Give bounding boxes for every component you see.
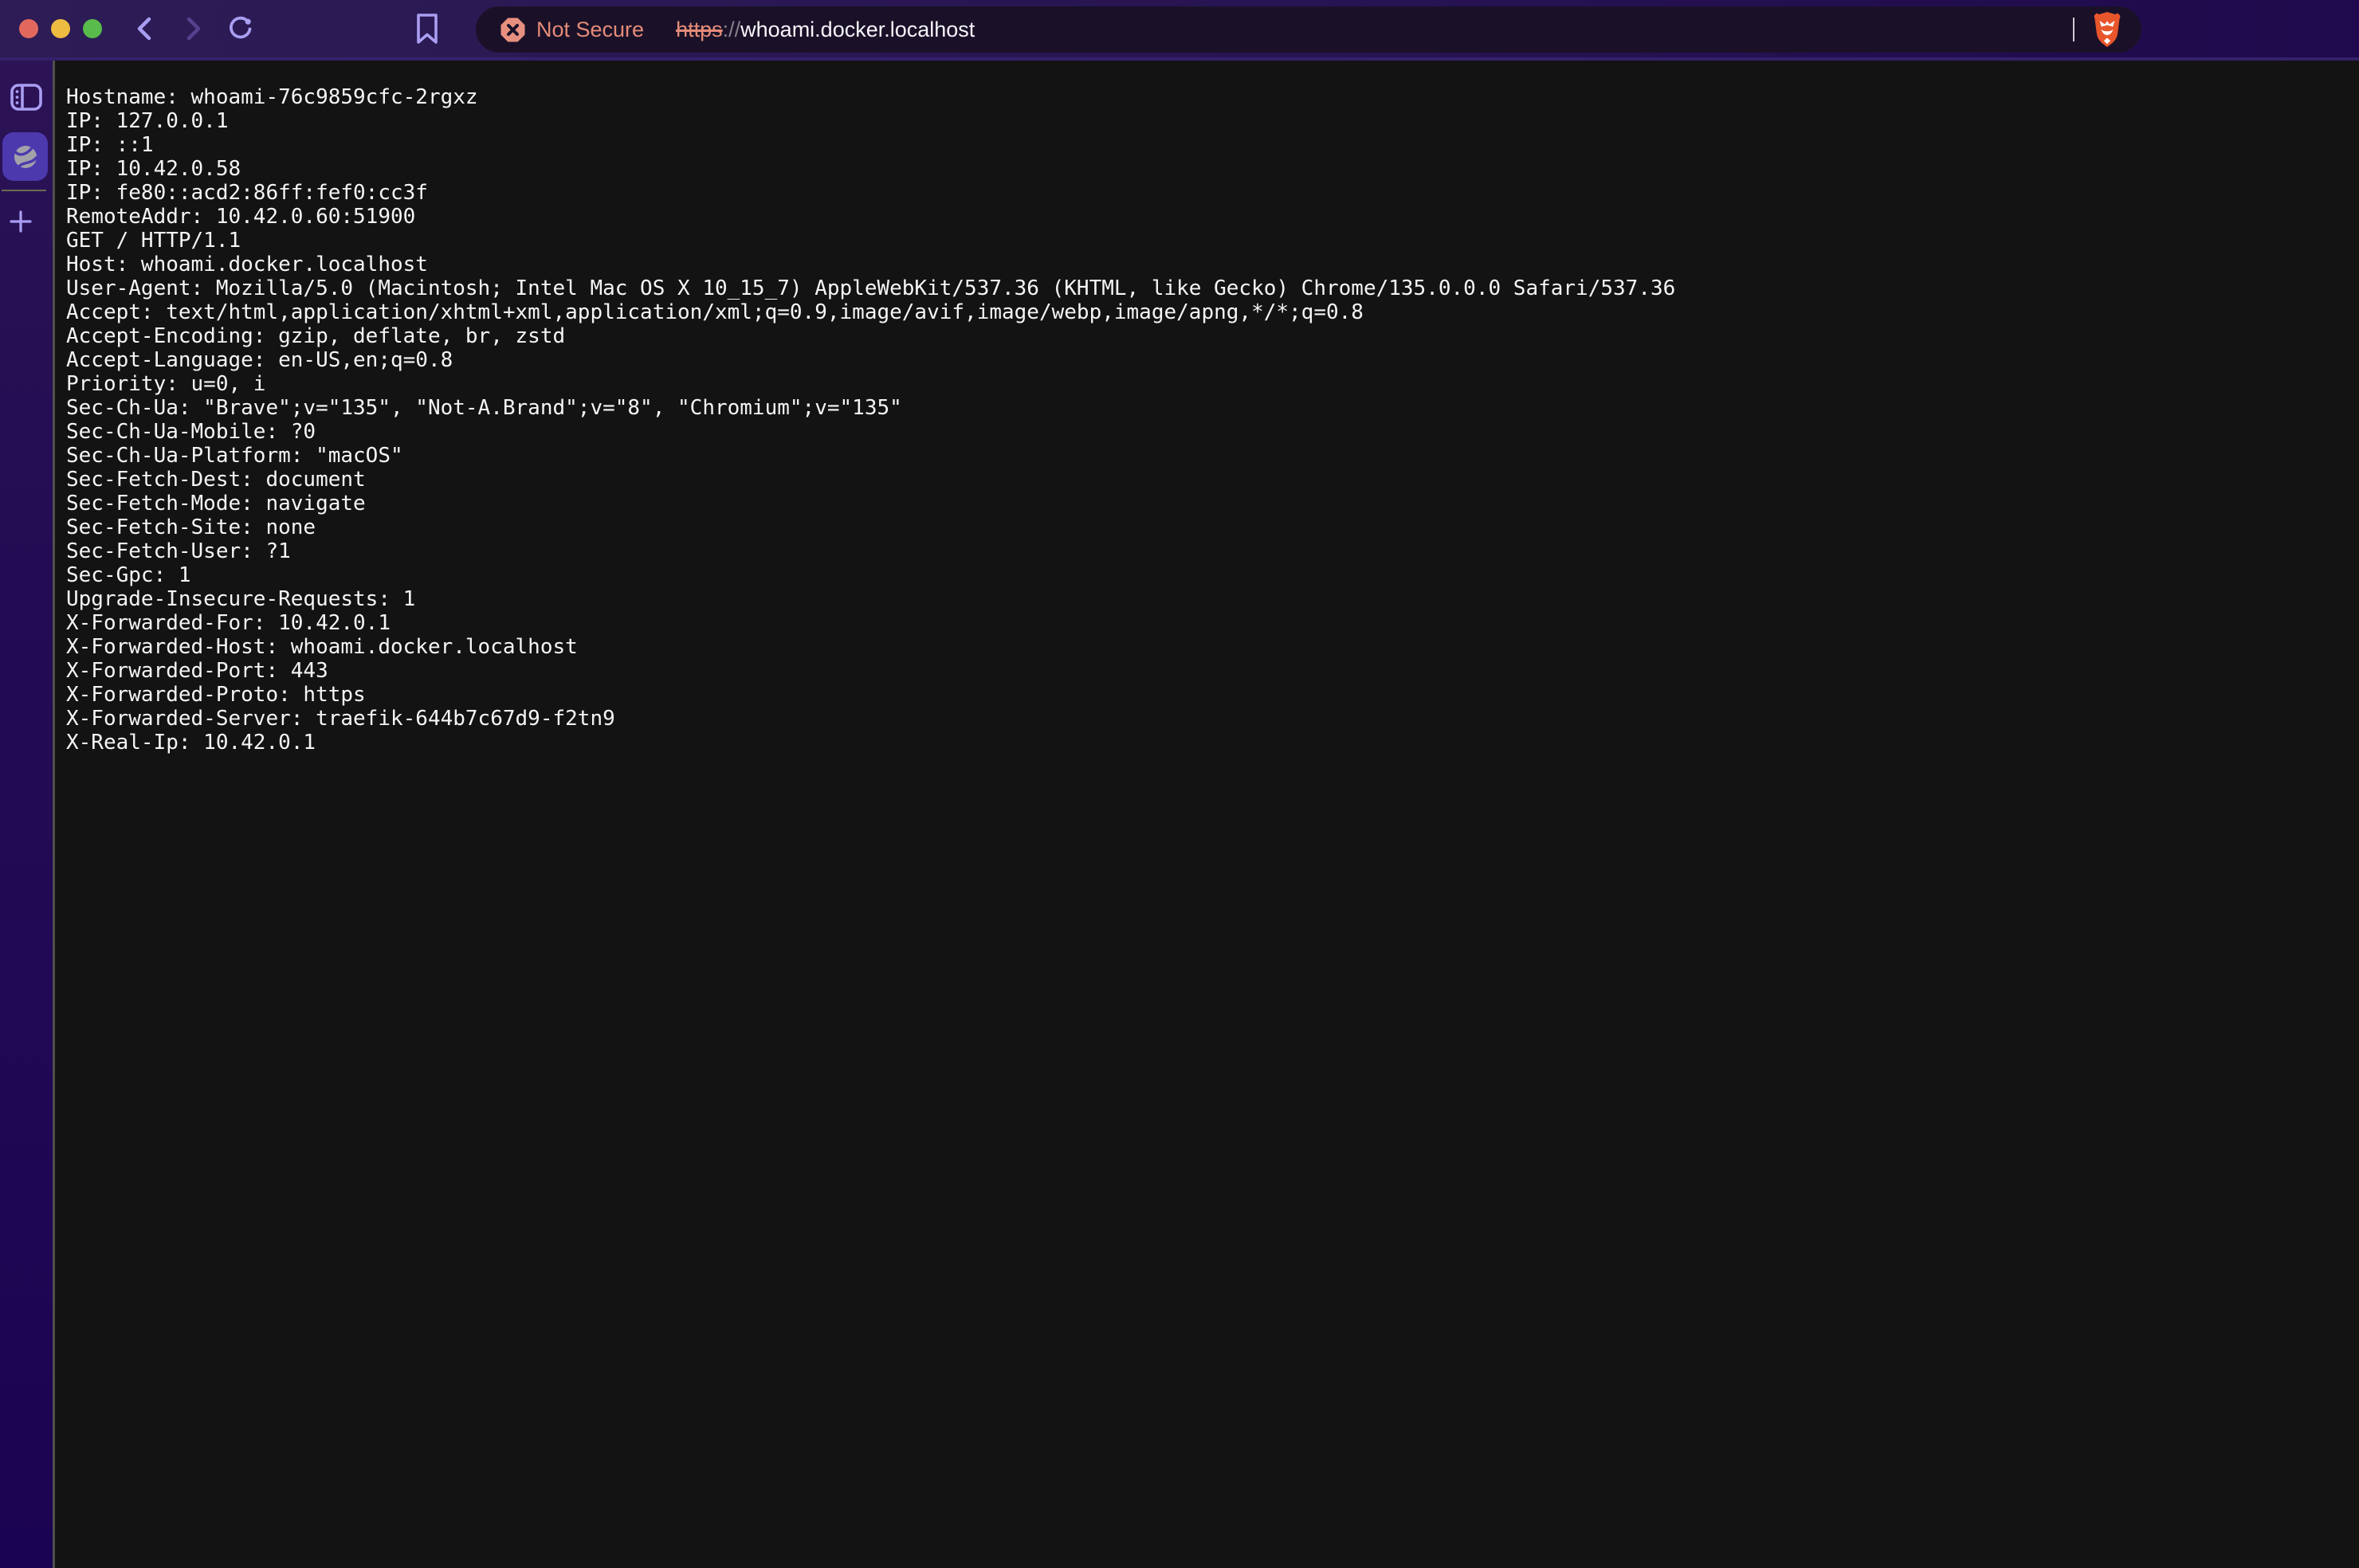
minimize-window-button[interactable] (51, 19, 70, 38)
bookmark-icon (414, 11, 440, 46)
address-bar[interactable]: Not Secure https://whoami.docker.localho… (476, 6, 2141, 53)
url-text[interactable]: https://whoami.docker.localhost (676, 18, 975, 42)
security-badge[interactable]: Not Secure (500, 17, 644, 43)
urlbar-divider (2073, 18, 2074, 41)
vertical-tabs-sidebar (0, 61, 53, 1568)
url-scheme: https (676, 18, 723, 42)
whoami-response-text: Hostname: whoami-76c9859cfc-2rgxz IP: 12… (55, 61, 2359, 755)
urlbar-right-controls (2073, 6, 2124, 53)
bookmark-button[interactable] (411, 11, 443, 46)
traffic-lights (19, 19, 102, 38)
url-scheme-separator: :// (723, 18, 741, 42)
reload-icon (226, 13, 255, 45)
forward-chevron-icon (179, 14, 206, 43)
brave-shields-button[interactable] (2090, 10, 2124, 49)
globe-icon (11, 143, 40, 171)
sidebar-toggle-button[interactable] (9, 81, 44, 113)
web-page-content: Hostname: whoami-76c9859cfc-2rgxz IP: 12… (55, 61, 2359, 1568)
sidebar-separator (2, 190, 46, 191)
forward-button[interactable] (179, 14, 207, 43)
active-tab-whoami[interactable] (2, 132, 48, 181)
back-chevron-icon (131, 14, 159, 43)
url-host: whoami.docker.localhost (740, 18, 975, 42)
zoom-window-button[interactable] (83, 19, 102, 38)
plus-icon (9, 210, 33, 233)
back-button[interactable] (131, 14, 159, 43)
reload-button[interactable] (226, 14, 255, 43)
security-label: Not Secure (536, 18, 644, 42)
new-tab-button[interactable] (8, 209, 33, 234)
nav-buttons (131, 14, 255, 43)
not-secure-octagon-icon (500, 17, 526, 43)
brave-shield-icon (2091, 11, 2123, 48)
sidebar-panel-icon (10, 82, 43, 112)
close-window-button[interactable] (19, 19, 38, 38)
